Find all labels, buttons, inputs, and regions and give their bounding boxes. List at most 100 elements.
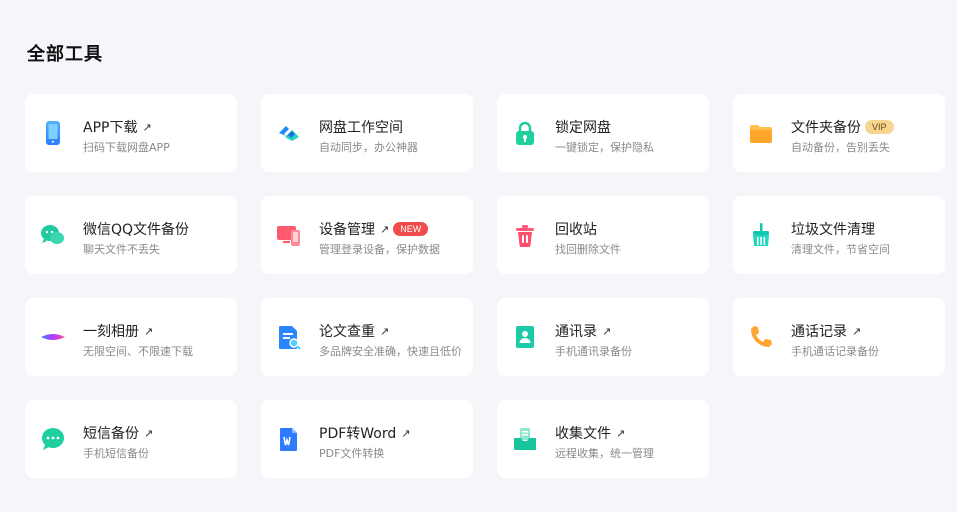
chat-bubbles-icon (39, 221, 67, 249)
tool-name: 文件夹备份 (791, 120, 861, 136)
folder-icon (747, 119, 775, 147)
external-link-icon: ↗ (616, 426, 626, 440)
tool-text: 通讯录 ↗ 手机通讯录备份 (555, 322, 701, 359)
tool-text: 垃圾文件清理清理文件，节省空间 (791, 220, 937, 257)
tool-name: 设备管理 (319, 222, 375, 238)
tool-desc: 无限空间、不限速下载 (83, 345, 193, 358)
tool-text: 文件夹备份 VIP 自动备份，告别丢失 (791, 118, 937, 155)
tool-card-folder-backup[interactable]: 文件夹备份 VIP 自动备份，告别丢失 (733, 94, 945, 172)
tool-name: 垃圾文件清理 (791, 222, 875, 238)
tool-name-row: 垃圾文件清理 (791, 220, 937, 238)
tool-name: APP下载 (83, 120, 138, 136)
external-link-icon: ↗ (602, 324, 612, 338)
tool-desc: 远程收集，统一管理 (555, 447, 654, 460)
tool-name: 一刻相册 (83, 324, 139, 340)
tool-desc: 自动备份，告别丢失 (791, 141, 890, 154)
tool-desc: 自动同步，办公神器 (319, 141, 418, 154)
tool-name-row: 论文查重 ↗ (319, 322, 465, 340)
external-link-icon: ↗ (380, 324, 390, 338)
tool-name: 网盘工作空间 (319, 120, 403, 136)
tool-name-row: 一刻相册 ↗ (83, 322, 229, 340)
tool-text: PDF转Word ↗ PDF文件转换 (319, 424, 465, 461)
external-link-icon: ↗ (144, 426, 154, 440)
contacts-icon (511, 323, 539, 351)
tool-text: 锁定网盘一键锁定，保护隐私 (555, 118, 701, 155)
tool-card-album[interactable]: 一刻相册 ↗ 无限空间、不限速下载 (25, 298, 237, 376)
external-link-icon: ↗ (144, 324, 154, 338)
tools-grid: APP下载 ↗ 扫码下载网盘APP 网盘工作空间 自动同步，办公神器 锁定网盘 一键锁定… (25, 94, 945, 478)
tool-name-row: 微信QQ文件备份 (83, 220, 229, 238)
tool-card-app-download[interactable]: APP下载 ↗ 扫码下载网盘APP (25, 94, 237, 172)
tool-card-collect-files[interactable]: 收集文件 ↗ 远程收集，统一管理 (497, 400, 709, 478)
tool-text: 微信QQ文件备份 聊天文件不丢失 (83, 220, 229, 257)
tool-name-row: 锁定网盘 (555, 118, 701, 136)
tool-desc: 管理登录设备，保护数据 (319, 243, 440, 256)
tool-name-row: PDF转Word ↗ (319, 424, 465, 442)
tool-name-row: 通话记录 ↗ (791, 322, 937, 340)
tool-desc: 多品牌安全准确，快速且低价 (319, 345, 462, 358)
tool-name-row: 通讯录 ↗ (555, 322, 701, 340)
workspace-icon (275, 119, 303, 147)
tool-name-row: 网盘工作空间 (319, 118, 465, 136)
tool-text: 设备管理 ↗ NEW 管理登录设备，保护数据 (319, 220, 465, 257)
tool-card-lock-drive[interactable]: 锁定网盘一键锁定，保护隐私 (497, 94, 709, 172)
tool-name: 论文查重 (319, 324, 375, 340)
tool-card-device-manage[interactable]: 设备管理 ↗ NEW 管理登录设备，保护数据 (261, 196, 473, 274)
call-icon (747, 323, 775, 351)
tool-text: 短信备份 ↗ 手机短信备份 (83, 424, 229, 461)
tool-name: 短信备份 (83, 426, 139, 442)
tool-card-workspace[interactable]: 网盘工作空间自动同步，办公神器 (261, 94, 473, 172)
pdf-word-icon (275, 425, 303, 453)
tool-desc: 找回删除文件 (555, 243, 621, 256)
tool-desc: 手机通话记录备份 (791, 345, 879, 358)
phone-icon (39, 119, 67, 147)
tool-card-contacts[interactable]: 通讯录 ↗ 手机通讯录备份 (497, 298, 709, 376)
collect-icon (511, 425, 539, 453)
tool-name-row: 设备管理 ↗ NEW (319, 220, 465, 238)
external-link-icon: ↗ (852, 324, 862, 338)
tool-name-row: 短信备份 ↗ (83, 424, 229, 442)
tool-card-paper-check[interactable]: 论文查重 ↗ 多品牌安全准确，快速且低价 (261, 298, 473, 376)
tool-card-junk-clean[interactable]: 垃圾文件清理清理文件，节省空间 (733, 196, 945, 274)
tool-text: 回收站 找回删除文件 (555, 220, 701, 257)
tool-card-pdf-word[interactable]: PDF转Word ↗ PDF文件转换 (261, 400, 473, 478)
sms-icon (39, 425, 67, 453)
tool-desc: 清理文件，节省空间 (791, 243, 890, 256)
tool-card-sms-backup[interactable]: 短信备份 ↗ 手机短信备份 (25, 400, 237, 478)
tool-text: 网盘工作空间自动同步，办公神器 (319, 118, 465, 155)
tool-card-recycle-bin[interactable]: 回收站 找回删除文件 (497, 196, 709, 274)
tool-text: 通话记录 ↗ 手机通话记录备份 (791, 322, 937, 359)
tool-name-row: 文件夹备份 VIP (791, 118, 937, 136)
tool-card-call-log[interactable]: 通话记录 ↗ 手机通话记录备份 (733, 298, 945, 376)
tool-desc: 一键锁定，保护隐私 (555, 141, 654, 154)
devices-icon (275, 221, 303, 249)
tool-text: APP下载 ↗ 扫码下载网盘APP (83, 118, 229, 155)
tool-name: PDF转Word (319, 426, 397, 442)
tool-name-row: 收集文件 ↗ (555, 424, 701, 442)
tool-name-row: 回收站 (555, 220, 701, 238)
tool-text: 论文查重 ↗ 多品牌安全准确，快速且低价 (319, 322, 465, 359)
lock-icon (511, 119, 539, 147)
external-link-icon: ↗ (142, 120, 152, 134)
page-title: 全部工具 (27, 44, 103, 65)
tools-page: 全部工具 APP下载 ↗ 扫码下载网盘APP 网盘工作空间 自动同步，办公神器 锁定网… (0, 0, 957, 512)
album-icon (39, 323, 67, 351)
tool-desc: 手机通讯录备份 (555, 345, 632, 358)
tool-name: 回收站 (555, 222, 597, 238)
tool-desc: 聊天文件不丢失 (83, 243, 160, 256)
vip-badge: VIP (865, 120, 894, 134)
tool-name: 微信QQ文件备份 (83, 222, 190, 238)
tool-name-row: APP下载 ↗ (83, 118, 229, 136)
tool-desc: PDF文件转换 (319, 447, 385, 460)
tool-text: 收集文件 ↗ 远程收集，统一管理 (555, 424, 701, 461)
tool-desc: 手机短信备份 (83, 447, 149, 460)
external-link-icon: ↗ (401, 426, 411, 440)
tool-text: 一刻相册 ↗ 无限空间、不限速下载 (83, 322, 229, 359)
tool-name: 收集文件 (555, 426, 611, 442)
tool-name: 通讯录 (555, 324, 597, 340)
trash-icon (511, 221, 539, 249)
tool-card-chat-backup[interactable]: 微信QQ文件备份 聊天文件不丢失 (25, 196, 237, 274)
tool-name: 锁定网盘 (555, 120, 611, 136)
external-link-icon: ↗ (380, 222, 390, 236)
tool-name: 通话记录 (791, 324, 847, 340)
